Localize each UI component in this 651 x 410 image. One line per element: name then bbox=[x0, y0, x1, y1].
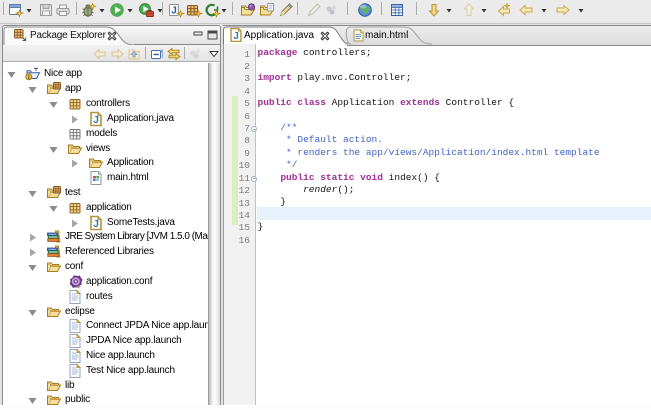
svg-text:J: J bbox=[171, 6, 177, 17]
svg-text:J: J bbox=[233, 31, 239, 42]
svg-text:J: J bbox=[93, 218, 99, 230]
svg-text:J: J bbox=[93, 114, 99, 126]
